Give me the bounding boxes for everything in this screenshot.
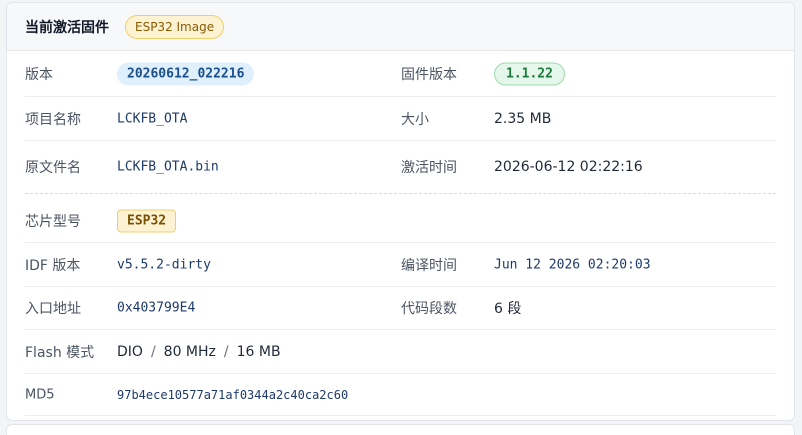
project-name-label: 项目名称 <box>25 111 81 128</box>
activated-time-value: 2026-06-12 02:22:16 <box>494 159 643 175</box>
activated-time-label: 激活时间 <box>401 160 457 176</box>
card-header: 当前激活固件 ESP32 Image <box>7 3 794 51</box>
code-segments-label: 代码段数 <box>401 301 457 317</box>
original-filename-label: 原文件名 <box>25 160 81 176</box>
flash-mode-label: Flash 模式 <box>25 344 95 361</box>
version-label: 版本 <box>25 67 53 83</box>
compile-time-label: 编译时间 <box>401 257 457 274</box>
chip-model-badge: ESP32 <box>117 209 177 232</box>
row-version: 版本 20260612_022216 固件版本 1.1.22 <box>25 52 776 97</box>
size-value: 2.35 MB <box>494 110 552 127</box>
md5-value: 97b4ece10577a71af0344a2c40ca2c60 <box>117 387 349 402</box>
flash-size: 16 MB <box>236 343 281 360</box>
card-title: 当前激活固件 <box>25 19 109 36</box>
original-filename-value: LCKFB_OTA.bin <box>117 159 219 175</box>
row-project: 项目名称 LCKFB_OTA 大小 2.35 MB <box>25 97 776 141</box>
row-flash: Flash 模式 DIO / 80 MHz / 16 MB <box>25 330 776 374</box>
flash-mode: DIO <box>117 343 143 360</box>
row-filename: 原文件名 LCKFB_OTA.bin 激活时间 2026-06-12 02:22… <box>25 141 776 194</box>
next-card-edge <box>6 424 795 435</box>
row-entry: 入口地址 0x403799E4 代码段数 6 段 <box>25 287 776 330</box>
flash-separator: / <box>223 343 229 360</box>
flash-separator: / <box>150 343 156 360</box>
row-chip: 芯片型号 ESP32 <box>25 199 776 243</box>
md5-label: MD5 <box>25 387 55 402</box>
project-name-value: LCKFB_OTA <box>117 111 188 126</box>
code-segments-value: 6 段 <box>494 301 522 317</box>
flash-mode-value: DIO / 80 MHz / 16 MB <box>117 344 281 360</box>
flash-frequency: 80 MHz <box>163 343 216 360</box>
idf-version-value: v5.5.2-dirty <box>117 257 211 272</box>
image-type-badge: ESP32 Image <box>125 14 225 39</box>
idf-version-label: IDF 版本 <box>25 257 81 274</box>
size-label: 大小 <box>401 111 429 128</box>
entry-address-value: 0x403799E4 <box>117 300 196 316</box>
chip-model-label: 芯片型号 <box>25 213 81 230</box>
firmware-info-card: 当前激活固件 ESP32 Image 版本 20260612_022216 固件… <box>6 2 795 421</box>
version-badge: 20260612_022216 <box>117 62 255 86</box>
firmware-version-badge: 1.1.22 <box>494 62 565 86</box>
entry-address-label: 入口地址 <box>25 301 81 317</box>
row-idf: IDF 版本 v5.5.2-dirty 编译时间 Jun 12 2026 02:… <box>25 243 776 287</box>
firmware-version-label: 固件版本 <box>401 67 457 83</box>
row-md5: MD5 97b4ece10577a71af0344a2c40ca2c60 <box>25 374 776 416</box>
compile-time-value: Jun 12 2026 02:20:03 <box>494 257 651 272</box>
